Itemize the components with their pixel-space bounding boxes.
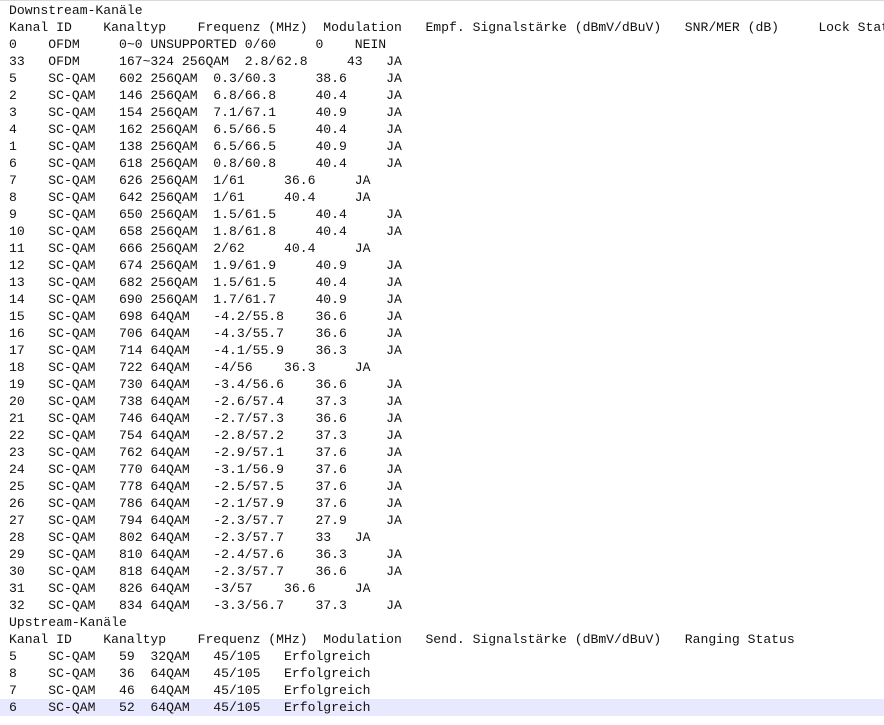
text-line[interactable]: 25 SC-QAM 778 64QAM -2.5/57.5 37.6 JA	[0, 478, 884, 495]
text-line[interactable]: 10 SC-QAM 658 256QAM 1.8/61.8 40.4 JA	[0, 223, 884, 240]
text-line[interactable]: 23 SC-QAM 762 64QAM -2.9/57.1 37.6 JA	[0, 444, 884, 461]
text-line[interactable]: 15 SC-QAM 698 64QAM -4.2/55.8 36.6 JA	[0, 308, 884, 325]
text-line[interactable]: 16 SC-QAM 706 64QAM -4.3/55.7 36.6 JA	[0, 325, 884, 342]
text-line[interactable]: 3 SC-QAM 154 256QAM 7.1/67.1 40.9 JA	[0, 104, 884, 121]
text-line[interactable]: 32 SC-QAM 834 64QAM -3.3/56.7 37.3 JA	[0, 597, 884, 614]
text-editor[interactable]: Downstream-Kanäle Kanal ID Kanaltyp Frequ…	[0, 0, 884, 725]
text-line[interactable]: 20 SC-QAM 738 64QAM -2.6/57.4 37.3 JA	[0, 393, 884, 410]
text-line[interactable]: Kanal ID Kanaltyp Frequenz (MHz) Modulat…	[0, 19, 884, 36]
text-line[interactable]: 33 OFDM 167~324 256QAM 2.8/62.8 43 JA	[0, 53, 884, 70]
editor-lines[interactable]: Downstream-Kanäle Kanal ID Kanaltyp Frequ…	[0, 2, 884, 716]
text-line[interactable]: Upstream-Kanäle	[0, 614, 884, 631]
text-line[interactable]: Downstream-Kanäle	[0, 2, 884, 19]
text-line[interactable]: 5 SC-QAM 59 32QAM 45/105 Erfolgreich	[0, 648, 884, 665]
text-line[interactable]: 24 SC-QAM 770 64QAM -3.1/56.9 37.6 JA	[0, 461, 884, 478]
text-line[interactable]: 11 SC-QAM 666 256QAM 2/62 40.4 JA	[0, 240, 884, 257]
text-line[interactable]: 17 SC-QAM 714 64QAM -4.1/55.9 36.3 JA	[0, 342, 884, 359]
text-line[interactable]: 27 SC-QAM 794 64QAM -2.3/57.7 27.9 JA	[0, 512, 884, 529]
text-line[interactable]: 9 SC-QAM 650 256QAM 1.5/61.5 40.4 JA	[0, 206, 884, 223]
text-line[interactable]: 8 SC-QAM 36 64QAM 45/105 Erfolgreich	[0, 665, 884, 682]
text-line[interactable]: 28 SC-QAM 802 64QAM -2.3/57.7 33 JA	[0, 529, 884, 546]
editor-top-border	[0, 0, 884, 1]
text-line[interactable]: 22 SC-QAM 754 64QAM -2.8/57.2 37.3 JA	[0, 427, 884, 444]
text-line[interactable]: 29 SC-QAM 810 64QAM -2.4/57.6 36.3 JA	[0, 546, 884, 563]
text-line[interactable]: 4 SC-QAM 162 256QAM 6.5/66.5 40.4 JA	[0, 121, 884, 138]
text-line[interactable]: 14 SC-QAM 690 256QAM 1.7/61.7 40.9 JA	[0, 291, 884, 308]
text-line[interactable]: 2 SC-QAM 146 256QAM 6.8/66.8 40.4 JA	[0, 87, 884, 104]
text-line[interactable]: 19 SC-QAM 730 64QAM -3.4/56.6 36.6 JA	[0, 376, 884, 393]
text-line[interactable]: 26 SC-QAM 786 64QAM -2.1/57.9 37.6 JA	[0, 495, 884, 512]
text-line[interactable]: 0 OFDM 0~0 UNSUPPORTED 0/60 0 NEIN	[0, 36, 884, 53]
text-line[interactable]: 1 SC-QAM 138 256QAM 6.5/66.5 40.9 JA	[0, 138, 884, 155]
text-line[interactable]: 21 SC-QAM 746 64QAM -2.7/57.3 36.6 JA	[0, 410, 884, 427]
text-line[interactable]: 12 SC-QAM 674 256QAM 1.9/61.9 40.9 JA	[0, 257, 884, 274]
text-line[interactable]: 30 SC-QAM 818 64QAM -2.3/57.7 36.6 JA	[0, 563, 884, 580]
text-line[interactable]: 6 SC-QAM 618 256QAM 0.8/60.8 40.4 JA	[0, 155, 884, 172]
text-line[interactable]: Kanal ID Kanaltyp Frequenz (MHz) Modulat…	[0, 631, 884, 648]
text-line[interactable]: 5 SC-QAM 602 256QAM 0.3/60.3 38.6 JA	[0, 70, 884, 87]
text-line[interactable]: 31 SC-QAM 826 64QAM -3/57 36.6 JA	[0, 580, 884, 597]
text-line[interactable]: 13 SC-QAM 682 256QAM 1.5/61.5 40.4 JA	[0, 274, 884, 291]
text-line[interactable]: 8 SC-QAM 642 256QAM 1/61 40.4 JA	[0, 189, 884, 206]
text-line-current[interactable]: 6 SC-QAM 52 64QAM 45/105 Erfolgreich	[0, 699, 884, 716]
text-line[interactable]: 7 SC-QAM 46 64QAM 45/105 Erfolgreich	[0, 682, 884, 699]
text-line[interactable]: 7 SC-QAM 626 256QAM 1/61 36.6 JA	[0, 172, 884, 189]
text-line[interactable]: 18 SC-QAM 722 64QAM -4/56 36.3 JA	[0, 359, 884, 376]
